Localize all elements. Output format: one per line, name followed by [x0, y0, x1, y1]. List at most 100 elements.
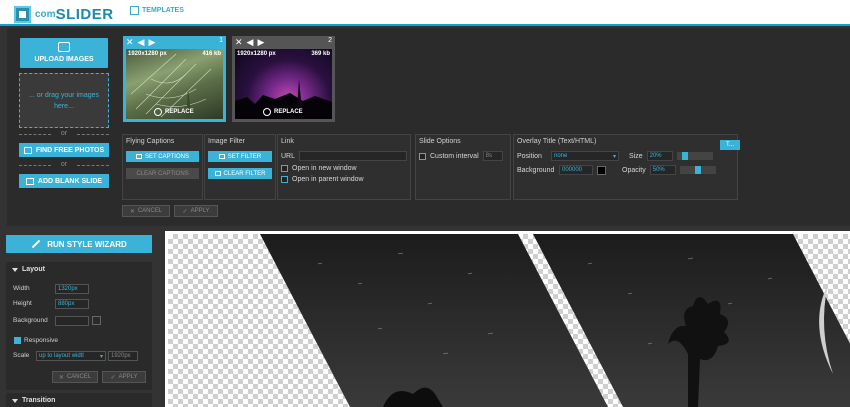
opacity-input[interactable]: 50% — [649, 165, 676, 175]
move-left-icon[interactable]: ◀ — [247, 37, 254, 48]
delete-slide-icon[interactable]: ✕ — [235, 37, 243, 48]
cancel-label: CANCEL — [137, 208, 163, 214]
logo-com-text: com — [35, 8, 56, 20]
clear-captions-label: CLEAR CAPTIONS — [136, 170, 189, 177]
slide-options-title: Slide Options — [419, 138, 461, 145]
custom-interval-label: Custom interval — [430, 152, 479, 160]
opacity-slider[interactable] — [679, 166, 716, 174]
set-filter-button[interactable]: SET FILTER — [208, 151, 272, 162]
templates-icon — [130, 6, 139, 15]
add-blank-slide-button[interactable]: ADD BLANK SLIDE — [19, 174, 109, 188]
url-row: URL — [281, 151, 407, 161]
layout-apply-button[interactable]: ✓ APPLY — [102, 371, 146, 383]
comslider-logo[interactable]: com SLIDER — [14, 4, 114, 24]
responsive-checkbox[interactable] — [14, 337, 21, 344]
size-label: Size — [629, 152, 643, 160]
thumbnail-toolbar: ✕ ◀ ▶ 1 — [123, 36, 226, 48]
clear-filter-label: CLEAR FILTER — [223, 170, 266, 177]
refresh-icon — [263, 108, 271, 116]
close-icon: ✕ — [58, 374, 64, 381]
camera-icon — [58, 42, 70, 52]
layout-section-header[interactable]: Layout — [6, 262, 152, 277]
image-icon — [23, 146, 32, 154]
run-style-wizard-button[interactable]: RUN STYLE WIZARD — [6, 235, 152, 253]
width-label: Width — [13, 285, 30, 292]
scale-px-input[interactable]: 1920px — [108, 351, 138, 361]
slide-preview-canvas[interactable] — [168, 234, 850, 407]
chevron-down-icon: ▾ — [612, 153, 616, 160]
slide-number: 1 — [219, 37, 223, 44]
drag-drop-zone[interactable]: ... or drag your images here... — [19, 73, 109, 128]
position-value: none — [554, 153, 568, 159]
scale-select[interactable]: up to layout widtl ▾ — [36, 351, 106, 361]
parent-window-label: Open in parent window — [292, 176, 364, 183]
check-icon: ✓ — [110, 374, 116, 381]
set-captions-button[interactable]: SET CAPTIONS — [126, 151, 199, 162]
collapse-icon — [12, 267, 18, 272]
image-filter-panel: Image Filter SET FILTER CLEAR FILTER — [204, 134, 276, 200]
close-icon: ✕ — [129, 208, 135, 215]
templates-label: TEMPLATES — [142, 7, 184, 14]
clear-captions-button[interactable]: CLEAR CAPTIONS — [126, 168, 199, 179]
size-slider-knob[interactable] — [681, 152, 688, 160]
logo-slider-text: SLIDER — [55, 5, 114, 23]
layout-cancel-button[interactable]: ✕ CANCEL — [52, 371, 98, 383]
cancel-button[interactable]: ✕ CANCEL — [122, 205, 170, 217]
blank-slide-icon — [25, 177, 34, 185]
transition-section-header[interactable]: Transition — [6, 393, 152, 407]
add-blank-label: ADD BLANK SLIDE — [37, 177, 103, 185]
top-header: com SLIDER TEMPLATES — [0, 0, 850, 25]
replace-label: REPLACE — [274, 109, 303, 115]
background-input[interactable] — [55, 316, 89, 326]
opacity-slider-knob[interactable] — [694, 166, 701, 174]
thumbnail-toolbar: ✕ ◀ ▶ 2 — [232, 36, 335, 48]
templates-tab[interactable]: TEMPLATES — [130, 6, 184, 15]
custom-interval-checkbox[interactable] — [419, 152, 426, 160]
move-right-icon[interactable]: ▶ — [257, 37, 264, 48]
slide-thumbnail[interactable]: ✕ ◀ ▶ 1 1920x1280 px 416 kb REPLACE — [123, 36, 226, 122]
position-row: Position none ▾ Size 20% — [517, 151, 734, 161]
slide-thumbnail[interactable]: ✕ ◀ ▶ 2 1920x1280 px 369 kb REPLACE — [232, 36, 335, 122]
find-free-photos-button[interactable]: FIND FREE PHOTOS — [19, 143, 109, 157]
slide-number: 2 — [328, 37, 332, 44]
color-swatch[interactable] — [597, 165, 606, 175]
delete-slide-icon[interactable]: ✕ — [126, 37, 134, 48]
overlay-background-input[interactable]: 000000 — [559, 165, 593, 175]
image-filter-title: Image Filter — [208, 138, 245, 145]
size-input[interactable]: 20% — [646, 151, 673, 161]
position-label: Position — [517, 152, 542, 160]
background-color-swatch[interactable] — [92, 316, 101, 325]
image-size: 369 kb — [311, 51, 330, 57]
flying-captions-panel: Flying Captions SET CAPTIONS CLEAR CAPTI… — [122, 134, 203, 200]
image-dimensions: 1920x1280 px — [128, 51, 167, 57]
position-select[interactable]: none ▾ — [551, 151, 619, 161]
captions-icon — [136, 154, 143, 159]
url-input[interactable] — [299, 151, 407, 161]
move-right-icon[interactable]: ▶ — [148, 37, 155, 48]
overlay-edit-button[interactable]: T... — [720, 140, 740, 150]
scale-value: up to layout widtl — [39, 353, 84, 359]
new-window-label: Open in new window — [292, 165, 357, 172]
scale-label: Scale — [13, 352, 30, 359]
transition-section: Transition — [6, 393, 152, 407]
width-input[interactable]: 1320px — [55, 284, 89, 294]
interval-input[interactable]: 8s — [482, 151, 503, 161]
replace-button[interactable]: REPLACE — [154, 108, 194, 116]
move-left-icon[interactable]: ◀ — [138, 37, 145, 48]
height-input[interactable]: 880px — [55, 299, 89, 309]
upload-images-button[interactable]: UPLOAD IMAGES — [20, 38, 108, 68]
background-label: Background — [13, 317, 48, 324]
clear-filter-button[interactable]: CLEAR FILTER — [208, 168, 272, 179]
parent-window-checkbox[interactable] — [281, 176, 288, 183]
replace-button[interactable]: REPLACE — [263, 108, 303, 116]
collapse-icon — [12, 398, 18, 403]
image-size: 416 kb — [202, 51, 221, 57]
link-panel: Link URL Open in new window Open in pare… — [277, 134, 411, 200]
image-dimensions: 1920x1280 px — [237, 51, 276, 57]
new-window-row: Open in new window — [281, 165, 407, 172]
filter-icon — [218, 154, 225, 159]
size-slider[interactable] — [676, 152, 713, 160]
apply-button[interactable]: ✓ APPLY — [174, 205, 218, 217]
new-window-checkbox[interactable] — [281, 165, 288, 172]
parent-window-row: Open in parent window — [281, 176, 407, 183]
